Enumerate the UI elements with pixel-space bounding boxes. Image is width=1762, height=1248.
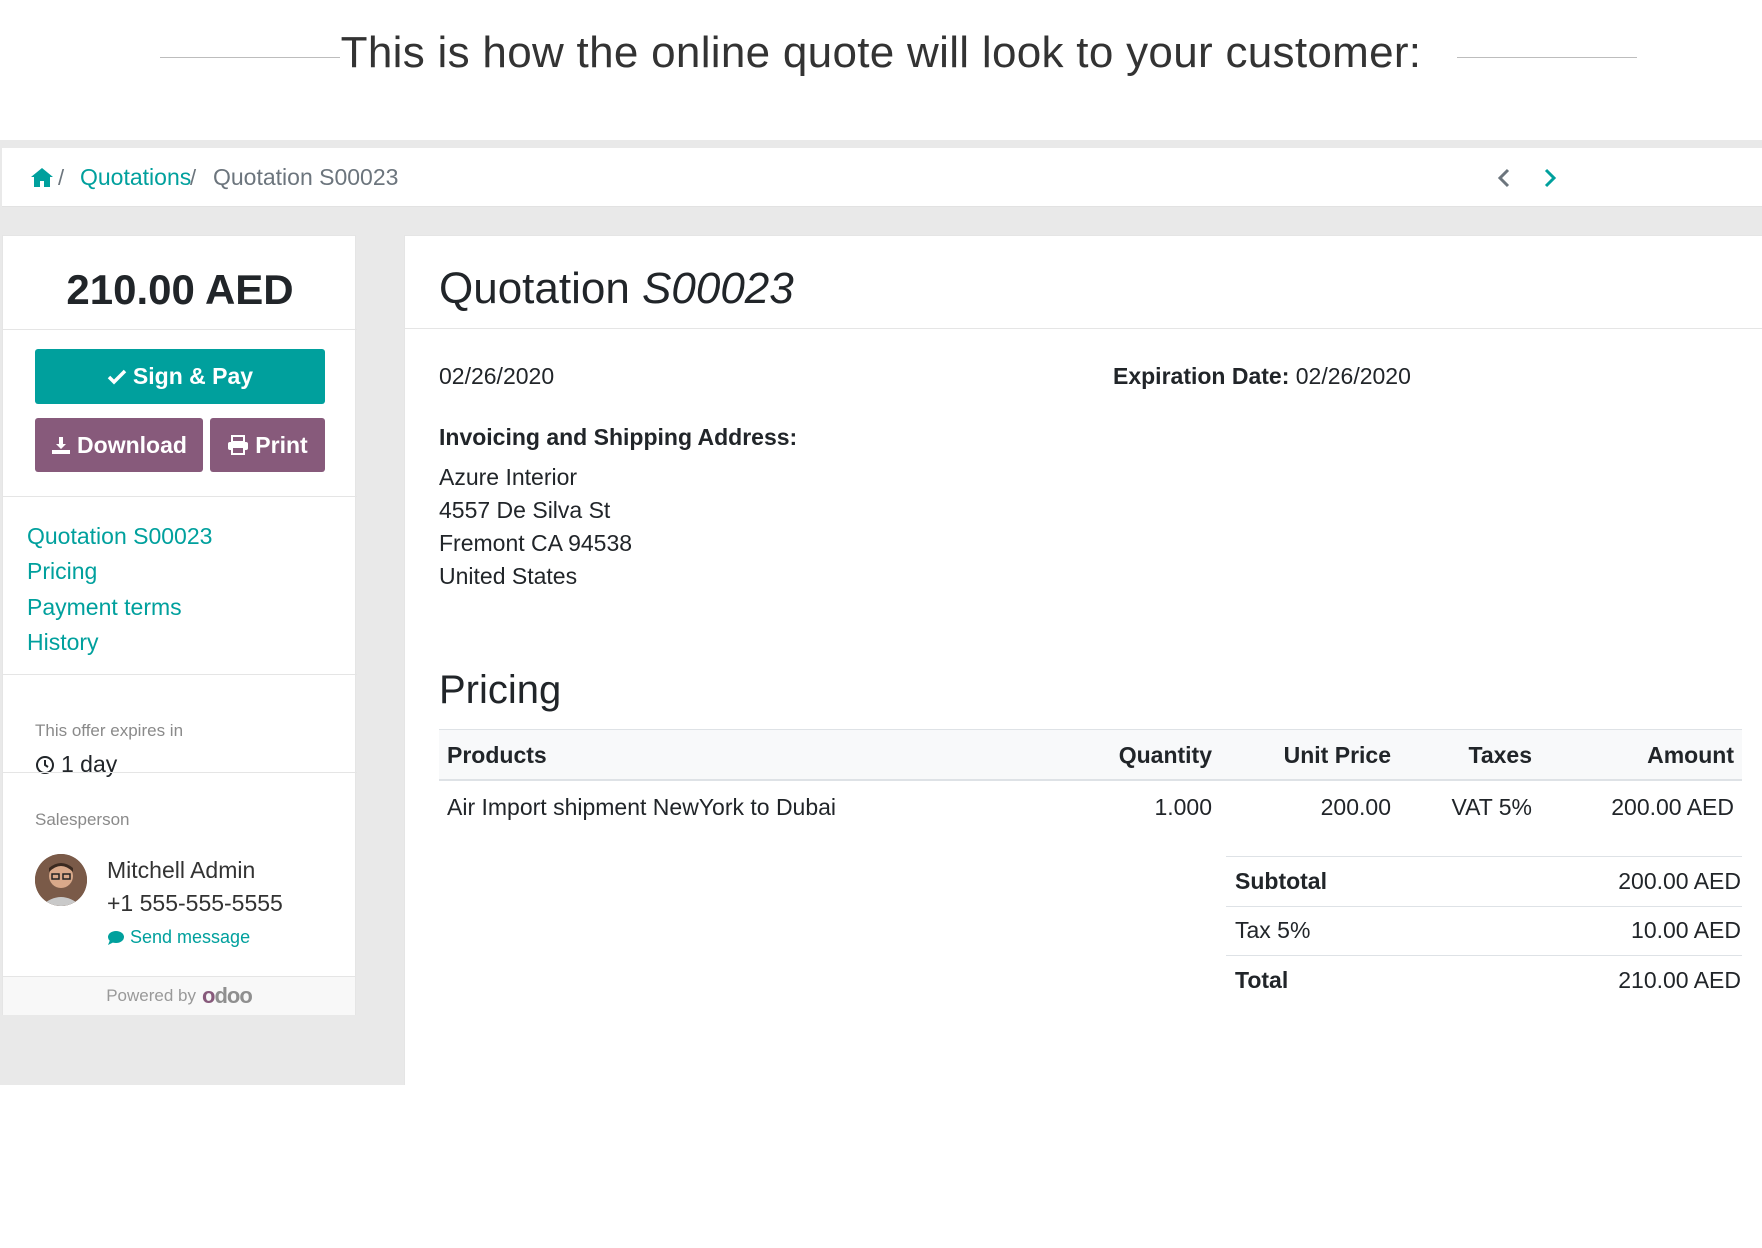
- next-record-button[interactable]: [1536, 164, 1564, 192]
- previous-record-button[interactable]: [1490, 164, 1518, 192]
- expires-label: This offer expires in: [35, 721, 184, 740]
- tax-value: 10.00 AED: [1631, 917, 1741, 943]
- salesperson-avatar: [35, 854, 87, 906]
- chat-bubble-icon: [108, 930, 124, 945]
- expires-value: 1 day: [35, 751, 117, 778]
- salesperson-label: Salesperson: [35, 810, 130, 829]
- breadcrumb-quotations-link[interactable]: Quotations: [80, 164, 191, 191]
- pricing-table-header: Products Quantity Unit Price Taxes Amoun…: [439, 729, 1742, 781]
- column-header-products: Products: [447, 742, 547, 768]
- breadcrumb-separator: /: [190, 165, 197, 190]
- sidebar-divider: [3, 772, 357, 773]
- quotation-date: 02/26/2020: [439, 363, 555, 389]
- total-amount: 210.00 AED: [66, 266, 294, 313]
- subtotal-value: 200.00 AED: [1618, 868, 1741, 894]
- breadcrumb-current: Quotation S00023: [213, 164, 399, 190]
- sidebar-divider: [3, 674, 357, 675]
- expires-value-text: 1 day: [61, 751, 118, 777]
- sign-pay-label: Sign & Pay: [132, 363, 254, 389]
- powered-by-footer: Powered by odoo: [3, 976, 355, 1015]
- toc-link-history[interactable]: History: [27, 629, 99, 656]
- banner-divider-right: [1457, 57, 1637, 58]
- print-label: Print: [255, 431, 308, 458]
- sign-pay-button[interactable]: Sign & Pay: [35, 349, 325, 404]
- title-divider: [405, 328, 1762, 329]
- total-label: Total: [1235, 967, 1289, 993]
- toc-link-pricing[interactable]: Pricing: [27, 558, 97, 585]
- salesperson-phone: +1 555-555-5555: [107, 890, 283, 916]
- print-button[interactable]: Print: [210, 418, 325, 472]
- totals-divider: [1226, 955, 1742, 956]
- totals-divider: [1226, 856, 1742, 857]
- send-message-label: Send message: [130, 927, 251, 947]
- print-icon: [228, 435, 249, 455]
- instruction-banner: This is how the online quote will look t…: [0, 0, 1762, 140]
- odoo-logo[interactable]: odoo: [202, 983, 253, 1009]
- title-prefix: Quotation: [439, 264, 630, 313]
- send-message-link[interactable]: Send message: [107, 927, 250, 948]
- expiration-value: 02/26/2020: [1295, 363, 1411, 389]
- product-amount: 200.00 AED: [1611, 794, 1734, 820]
- column-header-taxes: Taxes: [1468, 742, 1532, 768]
- quotation-panel: Quotation S00023 02/26/2020 Expiration D…: [404, 235, 1762, 1085]
- download-button[interactable]: Download: [35, 418, 203, 472]
- banner-text: This is how the online quote will look t…: [340, 28, 1422, 77]
- address-line: 4557 De Silva St: [439, 497, 611, 523]
- home-icon[interactable]: [30, 166, 54, 188]
- address-line: Fremont CA 94538: [439, 530, 633, 556]
- download-icon: [52, 437, 71, 454]
- breadcrumb: / Quotations / Quotation S00023: [2, 148, 1762, 207]
- column-header-quantity: Quantity: [1118, 742, 1212, 768]
- breadcrumb-separator: /: [58, 165, 65, 190]
- sidebar-divider: [3, 496, 357, 497]
- product-quantity: 1.000: [1154, 794, 1212, 820]
- pricing-heading: Pricing: [439, 668, 562, 712]
- address-label: Invoicing and Shipping Address:: [439, 424, 798, 450]
- subtotal-label: Subtotal: [1235, 868, 1327, 894]
- expiration-label: Expiration Date:: [1113, 363, 1290, 389]
- powered-by-label: Powered by: [106, 986, 196, 1005]
- expiration-date: Expiration Date: 02/26/2020: [1113, 363, 1411, 390]
- column-header-unit-price: Unit Price: [1283, 742, 1391, 768]
- salesperson-name: Mitchell Admin: [107, 857, 256, 883]
- total-value: 210.00 AED: [1618, 967, 1741, 993]
- download-label: Download: [77, 431, 187, 458]
- totals-divider: [1226, 906, 1742, 907]
- quote-sidebar: 210.00 AED Sign & Pay Download Print Quo…: [2, 235, 357, 1015]
- table-row: Air Import shipment NewYork to Dubai 1.0…: [439, 782, 1742, 834]
- column-header-amount: Amount: [1647, 742, 1734, 768]
- tax-label: Tax 5%: [1235, 917, 1311, 943]
- check-icon: [107, 369, 127, 384]
- product-unit-price: 200.00: [1320, 794, 1391, 820]
- page-title: Quotation S00023: [439, 264, 794, 314]
- quotation-number: S00023: [642, 264, 794, 313]
- toc-link-quotation[interactable]: Quotation S00023: [27, 523, 212, 550]
- address-line: Azure Interior: [439, 464, 578, 490]
- product-name: Air Import shipment NewYork to Dubai: [447, 794, 837, 820]
- sidebar-divider: [3, 329, 357, 330]
- toc-link-payment-terms[interactable]: Payment terms: [27, 594, 182, 621]
- address-line: United States: [439, 563, 578, 589]
- product-taxes: VAT 5%: [1451, 794, 1532, 820]
